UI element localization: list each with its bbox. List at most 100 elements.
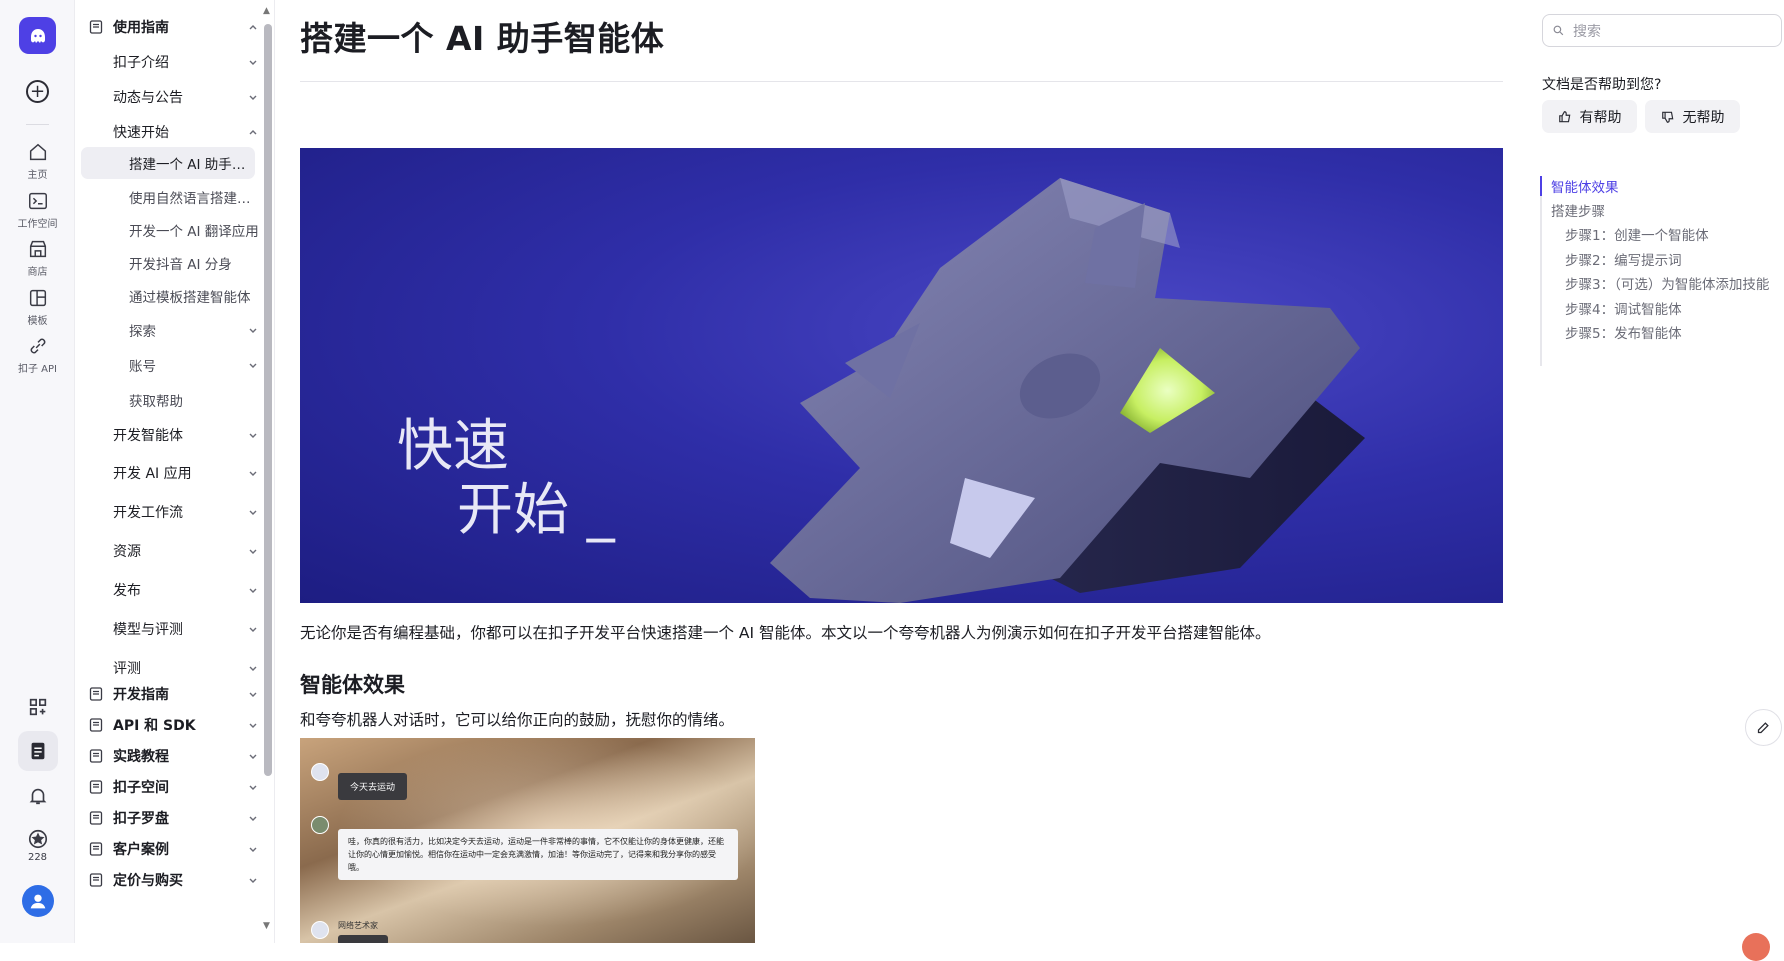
create-plus-icon[interactable]: + (26, 80, 49, 103)
sidebar-scrollbar[interactable]: ▲ ▼ (263, 6, 274, 931)
chevron-down-icon[interactable] (247, 843, 259, 855)
sidebar-item-label: 快速开始 (113, 125, 169, 141)
sidebar-item[interactable]: 开发工作流 (75, 497, 274, 527)
sidebar-item[interactable]: 发布 (75, 575, 274, 605)
sidebar-item[interactable]: 开发智能体 (75, 420, 274, 450)
sidebar-item[interactable]: 资源 (75, 536, 274, 566)
nav-store-label: 商店 (27, 267, 48, 278)
search-input[interactable]: 搜索 (1542, 14, 1782, 47)
chevron-down-icon[interactable] (247, 719, 259, 731)
sidebar-item-label: 探索 (129, 324, 156, 340)
sidebar-item-label: 模型与评测 (113, 622, 183, 638)
sidebar-item[interactable]: 模型与评测 (75, 614, 274, 644)
sidebar-item-label: 评测 (113, 661, 141, 677)
helpful-label: 有帮助 (1579, 109, 1622, 126)
chevron-down-icon[interactable] (247, 429, 259, 441)
toc-item[interactable]: 步骤3：（可选）为智能体添加技能 (1565, 273, 1769, 293)
nav-template[interactable]: 模板 (0, 287, 75, 327)
rail-divider (26, 124, 49, 125)
sidebar-item-label: 账号 (129, 359, 156, 375)
user-avatar[interactable] (0, 885, 75, 917)
sidebar-item[interactable]: 开发一个 AI 翻译应用 (75, 215, 274, 245)
thumbs-down-icon (1661, 111, 1673, 123)
sidebar-item-label: 使用自然语言搭建智能体 (129, 191, 259, 207)
edit-button[interactable] (1745, 709, 1782, 746)
nav-api[interactable]: 扣子 API (0, 335, 75, 375)
sidebar-item-label: 动态与公告 (113, 90, 183, 106)
sidebar-item-label: 通过模板搭建智能体 (129, 290, 251, 306)
sidebar-item[interactable]: API 和 SDK (75, 710, 274, 740)
helpful-button[interactable]: 有帮助 (1542, 100, 1637, 133)
coze-logo[interactable] (19, 17, 56, 54)
sidebar-item[interactable]: 获取帮助 (75, 385, 274, 415)
nav-store[interactable]: 商店 (0, 238, 75, 278)
search-placeholder: 搜索 (1573, 23, 1601, 40)
sidebar-item[interactable]: 开发抖音 AI 分身 (75, 248, 274, 278)
docs-button[interactable] (0, 731, 75, 771)
nav-home[interactable]: 主页 (0, 141, 75, 181)
document-icon (31, 742, 44, 760)
chevron-down-icon[interactable] (247, 91, 259, 103)
chevron-down-icon[interactable] (247, 506, 259, 518)
book-icon (89, 718, 103, 732)
sidebar-item[interactable]: 开发指南 (75, 679, 274, 709)
doc-sidebar: 使用指南扣子介绍动态与公告快速开始搭建一个 AI 助手智能体使用自然语言搭建智能… (75, 0, 275, 943)
user-icon (30, 894, 45, 909)
sidebar-item[interactable]: 扣子罗盘 (75, 803, 274, 833)
chevron-down-icon[interactable] (247, 874, 259, 886)
chevron-down-icon[interactable] (247, 324, 259, 336)
sidebar-item[interactable]: 实践教程 (75, 741, 274, 771)
chevron-down-icon[interactable] (247, 662, 259, 674)
sidebar-item[interactable]: 扣子介绍 (75, 47, 274, 77)
chevron-up-icon[interactable] (247, 126, 259, 138)
chevron-down-icon[interactable] (247, 584, 259, 596)
sidebar-item[interactable]: 搭建一个 AI 助手智能体 (81, 147, 255, 179)
nav-workspace[interactable]: 工作空间 (0, 190, 75, 230)
chevron-down-icon[interactable] (247, 781, 259, 793)
chevron-down-icon[interactable] (247, 56, 259, 68)
points-button[interactable]: 228 (0, 828, 75, 863)
book-icon (89, 780, 103, 794)
scroll-up-arrow[interactable]: ▲ (263, 6, 270, 16)
sidebar-item[interactable]: 使用指南 (75, 12, 274, 42)
sidebar-item-label: 客户案例 (113, 842, 169, 858)
toc-item[interactable]: 智能体效果 (1551, 176, 1619, 196)
sidebar-item[interactable]: 探索 (75, 315, 274, 345)
not-helpful-button[interactable]: 无帮助 (1645, 100, 1740, 133)
book-icon (89, 20, 103, 34)
sidebar-item-label: 发布 (113, 583, 141, 599)
chevron-down-icon[interactable] (247, 688, 259, 700)
support-bubble[interactable] (1742, 933, 1770, 961)
sidebar-item[interactable]: 通过模板搭建智能体 (75, 281, 274, 311)
sidebar-item[interactable]: 快速开始 (75, 117, 274, 147)
article: 搭建一个 AI 助手智能体 快速 开始 _ 无论你是否有编程基础，你都可以在扣子… (300, 0, 1503, 943)
nav-template-label: 模板 (27, 316, 48, 327)
toc-item[interactable]: 步骤5：发布智能体 (1565, 322, 1682, 342)
points-count: 228 (27, 852, 48, 863)
sidebar-item[interactable]: 使用自然语言搭建智能体 (75, 182, 274, 212)
toc-item[interactable]: 步骤1：创建一个智能体 (1565, 224, 1709, 244)
toc-item[interactable]: 步骤2：编写提示词 (1565, 249, 1682, 269)
sidebar-item[interactable]: 扣子空间 (75, 772, 274, 802)
toc-item[interactable]: 搭建步骤 (1551, 200, 1605, 220)
toc-item[interactable]: 步骤4：调试智能体 (1565, 298, 1682, 318)
apps-button[interactable] (0, 696, 75, 718)
sidebar-item[interactable]: 开发 AI 应用 (75, 458, 274, 488)
sidebar-item[interactable]: 定价与购买 (75, 865, 274, 895)
notification-button[interactable] (0, 785, 75, 807)
section-text: 和夸夸机器人对话时，它可以给你正向的鼓励，抚慰你的情绪。 (300, 711, 735, 729)
sidebar-item[interactable]: 动态与公告 (75, 82, 274, 112)
chevron-up-icon[interactable] (247, 21, 259, 33)
book-icon (89, 687, 103, 701)
chevron-down-icon[interactable] (247, 359, 259, 371)
chevron-down-icon[interactable] (247, 812, 259, 824)
scroll-down-arrow[interactable]: ▼ (263, 921, 270, 931)
scrollbar-thumb[interactable] (264, 24, 272, 776)
sidebar-item[interactable]: 账号 (75, 350, 274, 380)
chevron-down-icon[interactable] (247, 750, 259, 762)
chevron-down-icon[interactable] (247, 623, 259, 635)
nav-workspace-label: 工作空间 (17, 219, 58, 230)
sidebar-item[interactable]: 客户案例 (75, 834, 274, 864)
chevron-down-icon[interactable] (247, 545, 259, 557)
chevron-down-icon[interactable] (247, 467, 259, 479)
